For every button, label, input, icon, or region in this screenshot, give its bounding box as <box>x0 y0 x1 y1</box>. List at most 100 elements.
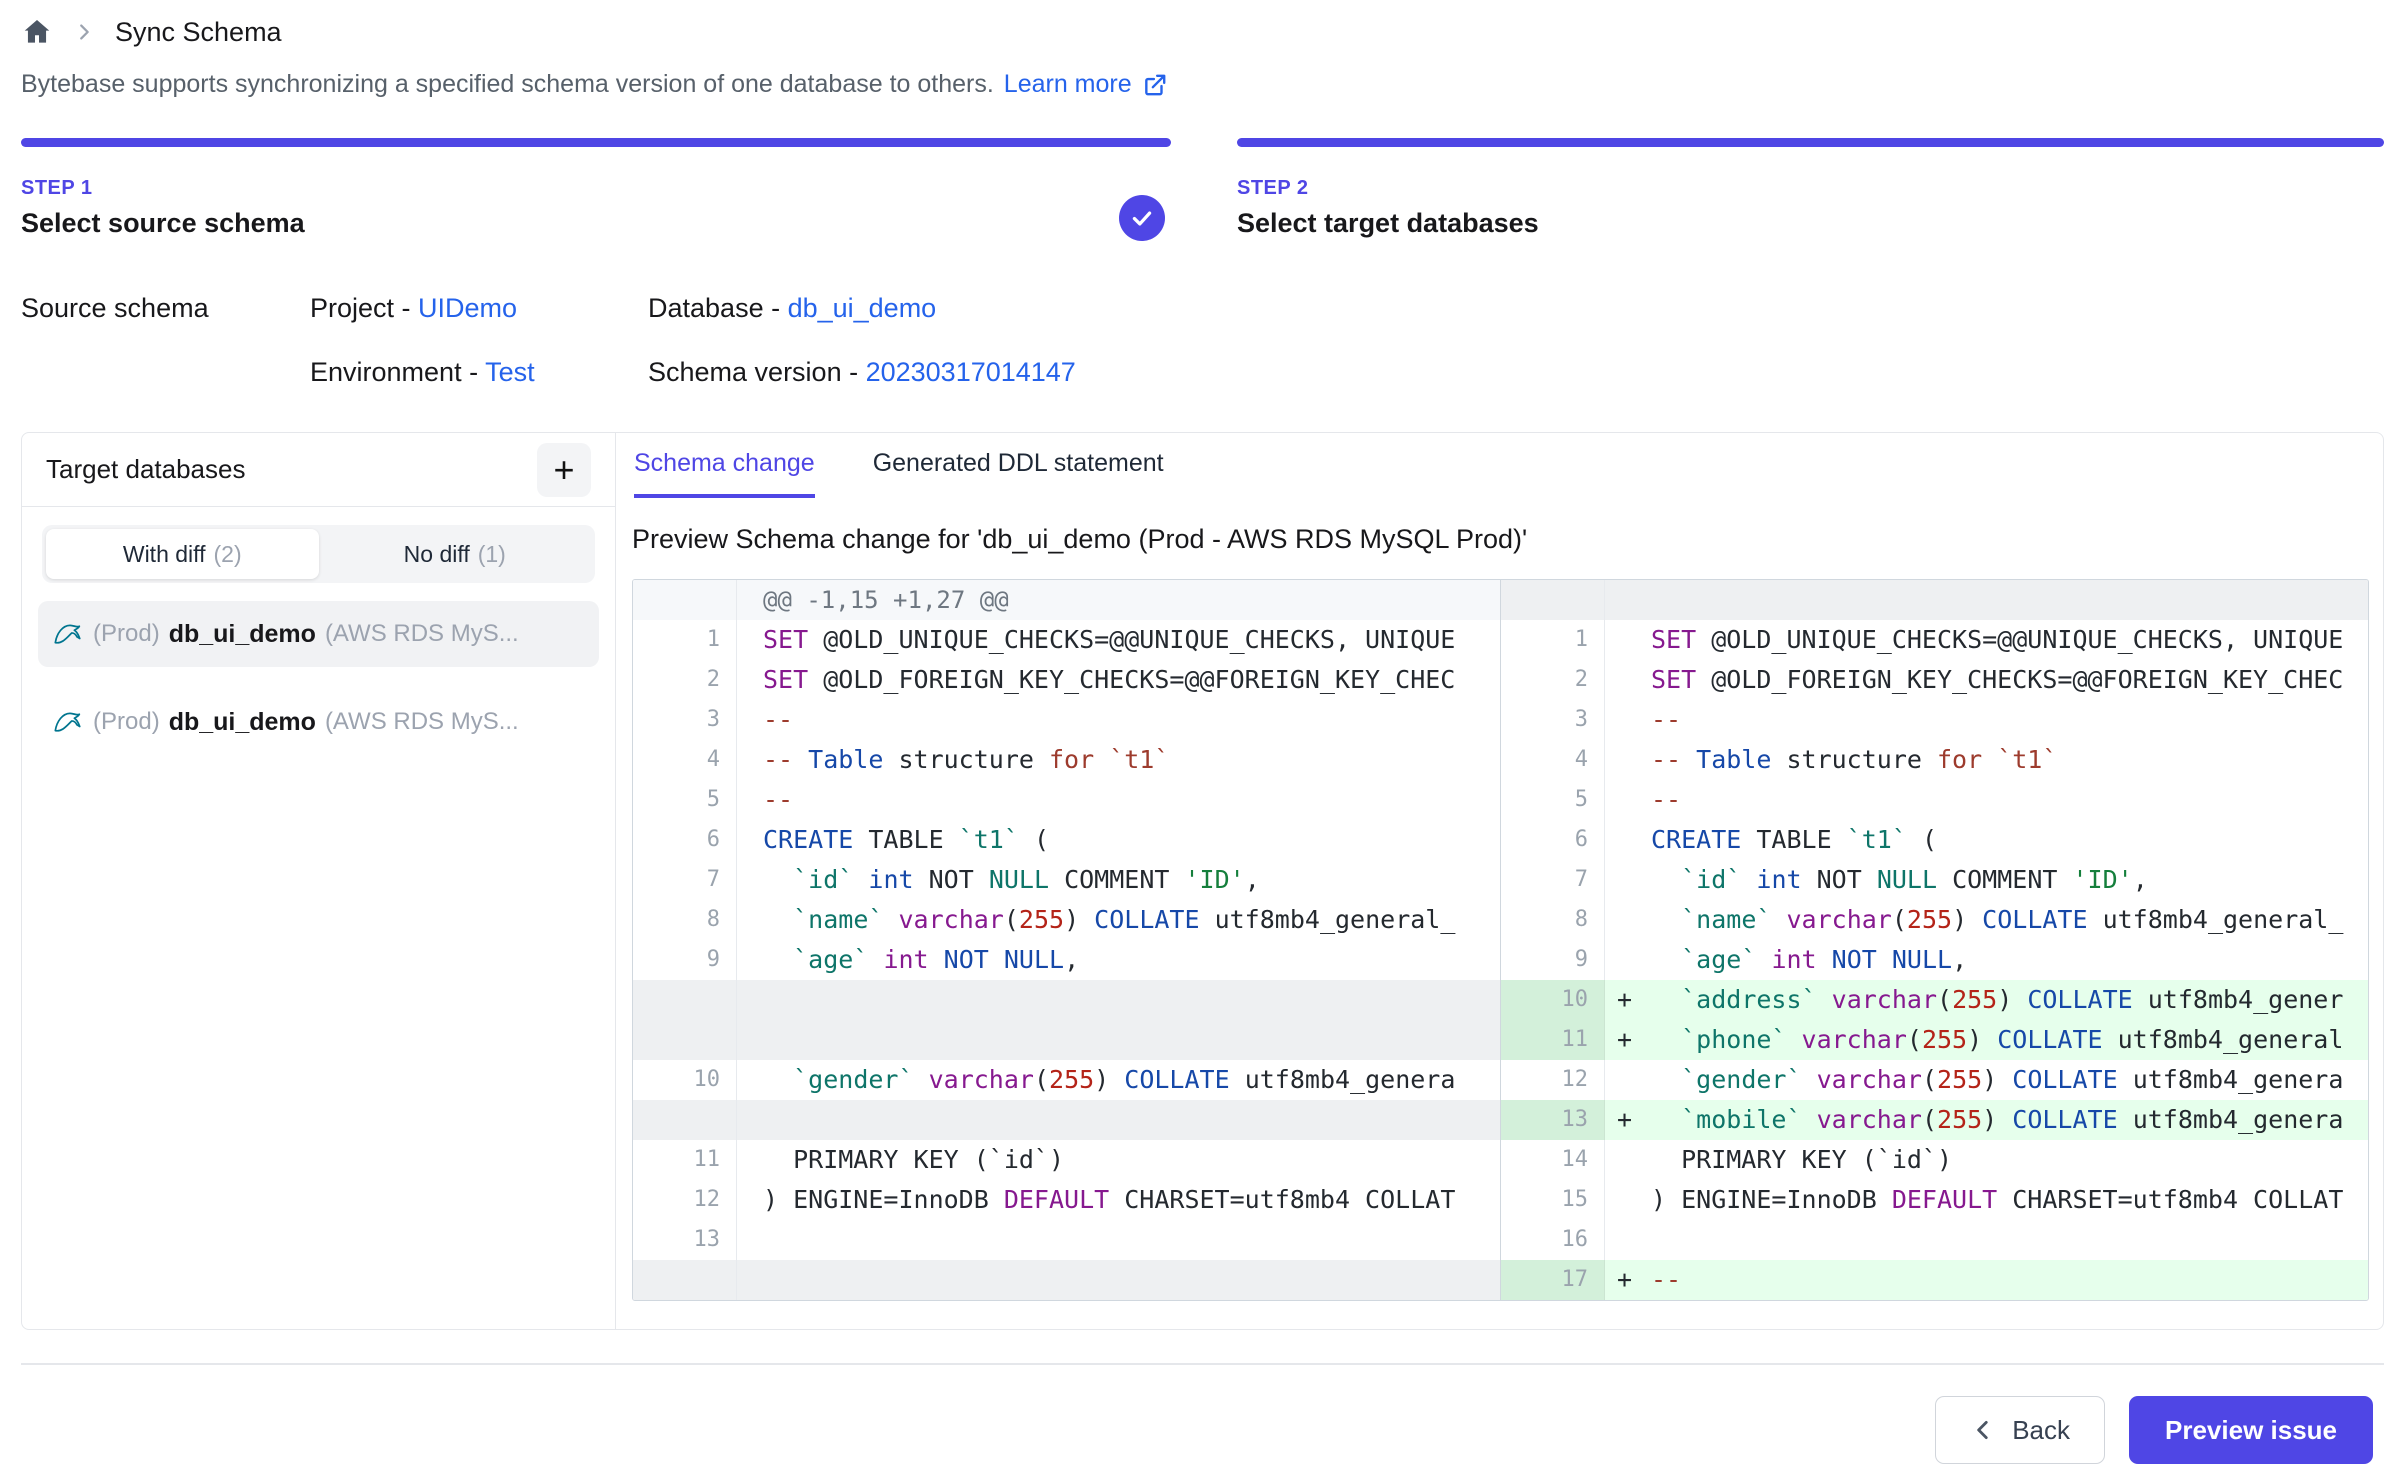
project-link[interactable]: UIDemo <box>418 293 517 323</box>
diff-line-number: 1 <box>1501 620 1605 660</box>
diff-code-line: ) ENGINE=InnoDB DEFAULT CHARSET=utf8mb4 … <box>1649 1180 2368 1220</box>
diff-add-marker: + <box>1605 1020 1649 1060</box>
diff-row: 10 `gender` varchar(255) COLLATE utf8mb4… <box>633 1060 1500 1100</box>
diff-line-number <box>633 1260 737 1300</box>
diff-add-marker <box>1605 1180 1649 1220</box>
step-2-title: Select target databases <box>1237 208 2384 239</box>
diff-line-number <box>633 980 737 1020</box>
step-1-label: STEP 1 <box>21 177 1171 200</box>
diff-line-number: 5 <box>1501 780 1605 820</box>
diff-add-marker <box>1605 740 1649 780</box>
diff-code-line: `address` varchar(255) COLLATE utf8mb4_g… <box>1649 980 2368 1020</box>
diff-code-line <box>737 1100 1500 1140</box>
diff-line-number: 4 <box>633 740 737 780</box>
diff-code-line: SET @OLD_FOREIGN_KEY_CHECKS=@@FOREIGN_KE… <box>737 660 1500 700</box>
diff-row: 9 `age` int NOT NULL, <box>633 940 1500 980</box>
diff-code-line: `name` varchar(255) COLLATE utf8mb4_gene… <box>737 900 1500 940</box>
diff-row <box>633 1100 1500 1140</box>
source-schema-label: Source schema <box>21 288 310 392</box>
diff-line-number: 7 <box>1501 860 1605 900</box>
diff-row: 4-- Table structure for `t1` <box>633 740 1500 780</box>
description-text: Bytebase supports synchronizing a specif… <box>21 70 994 99</box>
diff-row: 12) ENGINE=InnoDB DEFAULT CHARSET=utf8mb… <box>633 1180 1500 1220</box>
diff-row: 12 `gender` varchar(255) COLLATE utf8mb4… <box>1501 1060 2368 1100</box>
mysql-icon <box>52 618 84 650</box>
back-button[interactable]: Back <box>1935 1396 2105 1464</box>
step-2-progress-bar <box>1237 138 2384 147</box>
diff-row: 1SET @OLD_UNIQUE_CHECKS=@@UNIQUE_CHECKS,… <box>633 620 1500 660</box>
home-icon[interactable] <box>21 16 53 48</box>
diff-row: 7 `id` int NOT NULL COMMENT 'ID', <box>1501 860 2368 900</box>
diff-code-line: -- Table structure for `t1` <box>737 740 1500 780</box>
diff-line-number <box>633 1100 737 1140</box>
source-schema-summary: Source schema Project - UIDemo Database … <box>21 288 1076 392</box>
tab-with-diff[interactable]: With diff (2) <box>46 529 319 579</box>
diff-add-marker <box>1605 860 1649 900</box>
external-link-icon[interactable] <box>1142 72 1168 98</box>
database-list-item[interactable]: (Prod) db_ui_demo (AWS RDS MyS... <box>38 689 599 755</box>
page-title: Sync Schema <box>115 17 282 48</box>
diff-row: 6CREATE TABLE `t1` ( <box>1501 820 2368 860</box>
diff-code-line <box>737 980 1500 1020</box>
database-link[interactable]: db_ui_demo <box>788 293 937 323</box>
diff-code-line: `phone` varchar(255) COLLATE utf8mb4_gen… <box>1649 1020 2368 1060</box>
diff-code-line <box>737 1260 1500 1300</box>
diff-code-line: `id` int NOT NULL COMMENT 'ID', <box>1649 860 2368 900</box>
database-list-item[interactable]: (Prod) db_ui_demo (AWS RDS MyS... <box>38 601 599 667</box>
diff-code-line: SET @OLD_FOREIGN_KEY_CHECKS=@@FOREIGN_KE… <box>1649 660 2368 700</box>
diff-row: 11+ `phone` varchar(255) COLLATE utf8mb4… <box>1501 1020 2368 1060</box>
diff-add-marker <box>1605 660 1649 700</box>
diff-line-number: 12 <box>1501 1060 1605 1100</box>
diff-line-number: 6 <box>1501 820 1605 860</box>
diff-add-marker <box>1605 700 1649 740</box>
diff-line-number: 1 <box>633 620 737 660</box>
tab-generated-ddl[interactable]: Generated DDL statement <box>873 449 1164 498</box>
diff-line-number: 11 <box>633 1140 737 1180</box>
diff-line-number: 11 <box>1501 1020 1605 1060</box>
step-2-label: STEP 2 <box>1237 177 2384 200</box>
diff-row: @@ -1,15 +1,27 @@ <box>633 580 1500 620</box>
diff-line-number <box>633 580 737 620</box>
diff-row: 3-- <box>633 700 1500 740</box>
add-target-database-button[interactable]: + <box>537 443 591 497</box>
diff-line-number: 8 <box>633 900 737 940</box>
breadcrumb: Sync Schema <box>21 10 282 54</box>
environment-field: Environment - Test <box>310 352 648 392</box>
tab-no-diff[interactable]: No diff (1) <box>319 529 592 579</box>
diff-line-number: 15 <box>1501 1180 1605 1220</box>
schema-version-link[interactable]: 20230317014147 <box>866 357 1076 387</box>
learn-more-link[interactable]: Learn more <box>1004 70 1132 99</box>
diff-add-marker <box>1605 1060 1649 1100</box>
preview-title: Preview Schema change for 'db_ui_demo (P… <box>632 524 2369 555</box>
preview-tabs: Schema change Generated DDL statement <box>632 449 2369 498</box>
diff-code-line: `age` int NOT NULL, <box>1649 940 2368 980</box>
diff-line-number: 7 <box>633 860 737 900</box>
target-databases-panel: Target databases + With diff (2) No diff… <box>22 433 616 1329</box>
diff-add-marker <box>1605 1140 1649 1180</box>
environment-link[interactable]: Test <box>485 357 535 387</box>
tab-schema-change[interactable]: Schema change <box>634 449 815 498</box>
step-1-title: Select source schema <box>21 208 1171 239</box>
diff-row: 9 `age` int NOT NULL, <box>1501 940 2368 980</box>
diff-code-line: `mobile` varchar(255) COLLATE utf8mb4_ge… <box>1649 1100 2368 1140</box>
diff-code-line: -- <box>1649 780 2368 820</box>
diff-line-number: 13 <box>633 1220 737 1260</box>
diff-add-marker <box>1605 780 1649 820</box>
diff-row <box>1501 580 2368 620</box>
diff-code-line: SET @OLD_UNIQUE_CHECKS=@@UNIQUE_CHECKS, … <box>1649 620 2368 660</box>
mysql-icon <box>52 706 84 738</box>
step-1-progress-bar <box>21 138 1171 147</box>
preview-issue-button[interactable]: Preview issue <box>2129 1396 2373 1464</box>
diff-code-line: CREATE TABLE `t1` ( <box>737 820 1500 860</box>
diff-code-line: `gender` varchar(255) COLLATE utf8mb4_ge… <box>737 1060 1500 1100</box>
diff-row: 6CREATE TABLE `t1` ( <box>633 820 1500 860</box>
diff-code-line: `age` int NOT NULL, <box>737 940 1500 980</box>
diff-line-number: 8 <box>1501 900 1605 940</box>
diff-row: 14 PRIMARY KEY (`id`) <box>1501 1140 2368 1180</box>
diff-add-marker <box>1605 1220 1649 1260</box>
diff-add-marker <box>1605 820 1649 860</box>
target-databases-title: Target databases <box>46 454 245 485</box>
diff-line-number <box>1501 580 1605 620</box>
step-1-check-icon <box>1119 195 1165 241</box>
diff-line-number: 4 <box>1501 740 1605 780</box>
